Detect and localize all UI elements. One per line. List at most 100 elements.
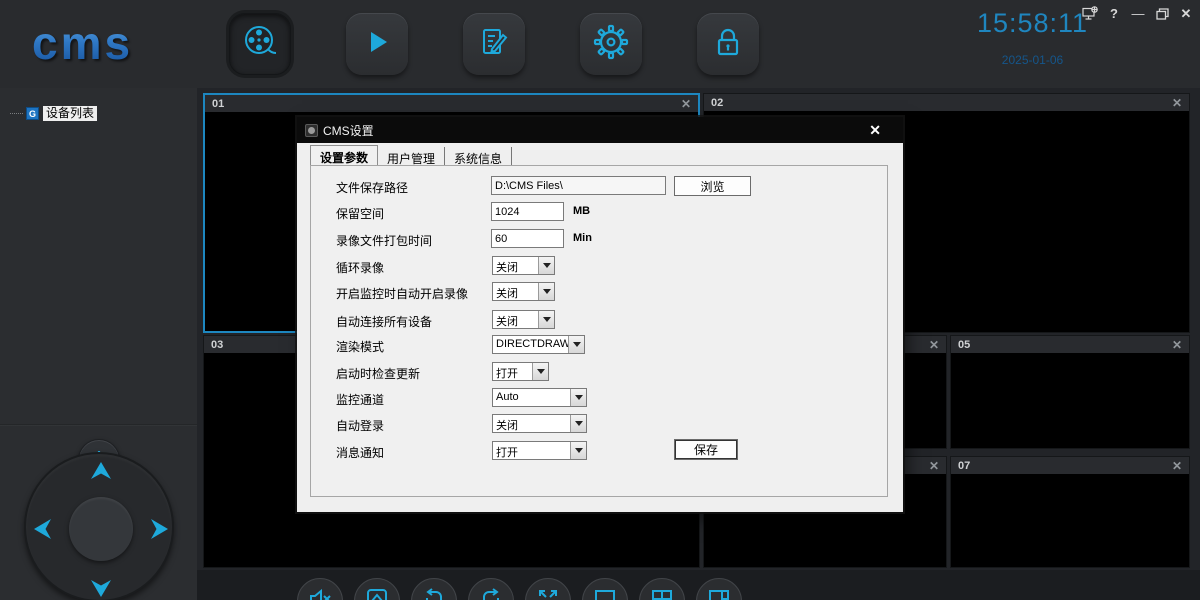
snapshot-button[interactable] bbox=[354, 578, 400, 600]
field-label: 开启监控时自动开启录像 bbox=[336, 285, 468, 302]
chevron-down-icon[interactable] bbox=[568, 336, 584, 353]
panel-number: 05 bbox=[958, 339, 970, 351]
panel-number: 03 bbox=[211, 339, 223, 351]
ptz-control bbox=[24, 452, 174, 600]
video-panel-05[interactable]: 05 ✕ bbox=[950, 335, 1190, 449]
save-button[interactable]: 保存 bbox=[674, 439, 738, 460]
film-reel-icon bbox=[240, 22, 280, 67]
auto-connect-select[interactable]: 关闭 bbox=[492, 310, 555, 329]
render-mode-select[interactable]: DIRECTDRAW bbox=[492, 335, 585, 354]
bottom-toolbar bbox=[197, 570, 1200, 600]
quad-view-icon bbox=[649, 586, 675, 600]
mute-button[interactable] bbox=[297, 578, 343, 600]
chevron-down-icon[interactable] bbox=[570, 415, 586, 432]
panel-close-icon[interactable]: ✕ bbox=[1172, 339, 1182, 351]
dialog-title: CMS设置 bbox=[323, 122, 374, 139]
minimize-button[interactable]: — bbox=[1130, 6, 1146, 21]
sidebar-item-device-list[interactable]: G 设备列表 bbox=[10, 106, 97, 121]
chevron-down-icon[interactable] bbox=[570, 442, 586, 459]
reserved-space-input[interactable] bbox=[491, 202, 564, 221]
ptz-up-arrow-icon[interactable] bbox=[90, 462, 112, 484]
ptz-down-arrow-icon[interactable] bbox=[90, 580, 112, 600]
tab-system-info[interactable]: 系统信息 bbox=[445, 147, 512, 166]
settings-form: 文件保存路径 浏览 保留空间 MB 录像文件打包时间 Min 循环录像 关闭 开… bbox=[310, 165, 888, 497]
panel-number: 02 bbox=[711, 97, 723, 109]
pack-time-input[interactable] bbox=[491, 229, 564, 248]
ptz-center-knob[interactable] bbox=[69, 497, 133, 561]
single-view-button[interactable] bbox=[582, 578, 628, 600]
field-row-monitor-channel: 监控通道 Auto bbox=[311, 388, 887, 408]
save-path-input[interactable] bbox=[491, 176, 666, 195]
lock-button[interactable] bbox=[697, 13, 759, 75]
rotate-left-button[interactable] bbox=[411, 578, 457, 600]
rotate-right-button[interactable] bbox=[468, 578, 514, 600]
video-panel-07[interactable]: 07 ✕ bbox=[950, 456, 1190, 568]
auto-record-select[interactable]: 关闭 bbox=[492, 282, 555, 301]
field-label: 自动登录 bbox=[336, 417, 384, 434]
auto-login-select[interactable]: 关闭 bbox=[492, 414, 587, 433]
panel-header: 05 ✕ bbox=[951, 336, 1189, 353]
window-controls: ? — ✕ bbox=[1082, 6, 1194, 21]
chevron-down-icon[interactable] bbox=[538, 283, 554, 300]
dialog-app-icon bbox=[305, 124, 318, 137]
loop-record-select[interactable]: 关闭 bbox=[492, 256, 555, 275]
dialog-close-button[interactable]: ✕ bbox=[869, 122, 881, 139]
split-view-icon bbox=[706, 586, 732, 600]
close-window-button[interactable]: ✕ bbox=[1178, 6, 1194, 21]
split-view-button[interactable] bbox=[696, 578, 742, 600]
chevron-down-icon[interactable] bbox=[570, 389, 586, 406]
field-label: 文件保存路径 bbox=[336, 179, 408, 196]
field-row-loop-record: 循环录像 关闭 bbox=[311, 256, 887, 276]
unit-label: MB bbox=[573, 205, 590, 217]
field-label: 保留空间 bbox=[336, 205, 384, 222]
gear-icon bbox=[591, 22, 631, 67]
field-label: 监控通道 bbox=[336, 391, 384, 408]
tab-user-management[interactable]: 用户管理 bbox=[378, 147, 445, 166]
field-label: 录像文件打包时间 bbox=[336, 232, 432, 249]
chevron-down-icon[interactable] bbox=[538, 257, 554, 274]
record-manager-button[interactable] bbox=[229, 13, 291, 75]
log-button[interactable] bbox=[463, 13, 525, 75]
dialog-title-bar[interactable]: CMS设置 ✕ bbox=[297, 117, 903, 143]
playback-button[interactable] bbox=[346, 13, 408, 75]
field-label: 消息通知 bbox=[336, 444, 384, 461]
mute-icon bbox=[307, 586, 333, 600]
current-date: 2025-01-06 bbox=[970, 53, 1095, 67]
sidebar: G 设备列表 + bbox=[0, 88, 197, 600]
help-button[interactable]: ? bbox=[1106, 6, 1122, 21]
single-view-icon bbox=[592, 586, 618, 600]
field-label: 启动时检查更新 bbox=[336, 365, 420, 382]
panel-close-icon[interactable]: ✕ bbox=[1172, 460, 1182, 472]
fullscreen-icon bbox=[535, 586, 561, 600]
sidebar-divider bbox=[0, 424, 197, 426]
panel-number: 01 bbox=[212, 98, 224, 110]
chevron-down-icon[interactable] bbox=[538, 311, 554, 328]
quad-view-button[interactable] bbox=[639, 578, 685, 600]
ptz-left-arrow-icon[interactable] bbox=[34, 518, 51, 545]
monitor-net-icon[interactable] bbox=[1082, 6, 1098, 21]
message-notify-select[interactable]: 打开 bbox=[492, 441, 587, 460]
restore-icon[interactable] bbox=[1154, 6, 1170, 21]
chevron-down-icon[interactable] bbox=[532, 363, 548, 380]
field-row-auto-login: 自动登录 关闭 bbox=[311, 414, 887, 434]
check-update-select[interactable]: 打开 bbox=[492, 362, 549, 381]
field-row-auto-record: 开启监控时自动开启录像 关闭 bbox=[311, 282, 887, 302]
panel-close-icon[interactable]: ✕ bbox=[681, 98, 691, 110]
panel-close-icon[interactable]: ✕ bbox=[929, 339, 939, 351]
tab-settings-params[interactable]: 设置参数 bbox=[310, 145, 378, 166]
fullscreen-button[interactable] bbox=[525, 578, 571, 600]
play-icon bbox=[359, 24, 395, 65]
device-list-label: 设备列表 bbox=[43, 106, 97, 121]
panel-close-icon[interactable]: ✕ bbox=[929, 460, 939, 472]
settings-button[interactable] bbox=[580, 13, 642, 75]
snapshot-icon bbox=[364, 586, 390, 600]
field-label: 自动连接所有设备 bbox=[336, 313, 432, 330]
browse-button[interactable]: 浏览 bbox=[674, 176, 751, 196]
panel-close-icon[interactable]: ✕ bbox=[1172, 97, 1182, 109]
lock-icon bbox=[709, 23, 747, 66]
ptz-right-arrow-icon[interactable] bbox=[151, 518, 168, 545]
monitor-channel-select[interactable]: Auto bbox=[492, 388, 587, 407]
panel-header: 07 ✕ bbox=[951, 457, 1189, 474]
tree-branch-line bbox=[10, 113, 23, 114]
clock: 15:58:11 2025-01-06 bbox=[970, 8, 1095, 67]
